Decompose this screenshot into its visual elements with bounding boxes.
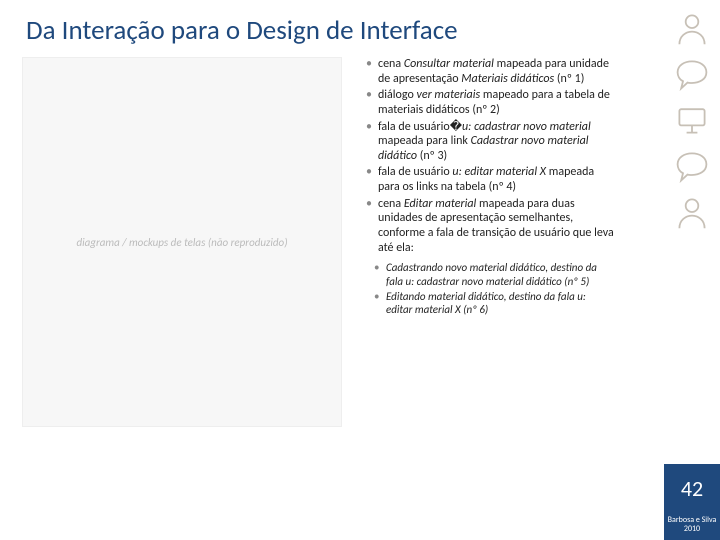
bullet-item: fala de usuário�u: cadastrar novo materi… — [366, 120, 614, 164]
monitor-icon — [672, 100, 712, 140]
citation: Barbosa e Silva 2010 — [664, 512, 720, 540]
figure-column: diagrama / mockups de telas (não reprodu… — [22, 57, 342, 427]
text-column: cena Consultar material mapeada para uni… — [342, 57, 622, 427]
page-number: 42 — [664, 464, 720, 512]
bullet-item: fala de usuário u: editar material X map… — [366, 165, 614, 194]
sub-bullet-item: Cadastrando novo material didático, dest… — [374, 261, 614, 288]
figure-placeholder: diagrama / mockups de telas (não reprodu… — [22, 57, 342, 427]
bullet-item: cena Editar material mapeada para duas u… — [366, 197, 614, 256]
person-icon — [672, 8, 712, 48]
right-rail: 42 Barbosa e Silva 2010 — [664, 0, 720, 540]
person-icon — [672, 192, 712, 232]
speech-icon — [672, 54, 712, 94]
icon-stack — [664, 0, 720, 464]
bullet-item: cena Consultar material mapeada para uni… — [366, 57, 614, 86]
sub-bullet-item: Editando material didático, destino da f… — [374, 290, 614, 317]
sub-bullet-list: Cadastrando novo material didático, dest… — [356, 261, 614, 317]
bullet-item: diálogo ver materiais mapeado para a tab… — [366, 88, 614, 117]
bullet-list: cena Consultar material mapeada para uni… — [356, 57, 614, 255]
speech-icon — [672, 146, 712, 186]
content-row: diagrama / mockups de telas (não reprodu… — [0, 53, 720, 427]
page-title: Da Interação para o Design de Interface — [0, 0, 720, 53]
